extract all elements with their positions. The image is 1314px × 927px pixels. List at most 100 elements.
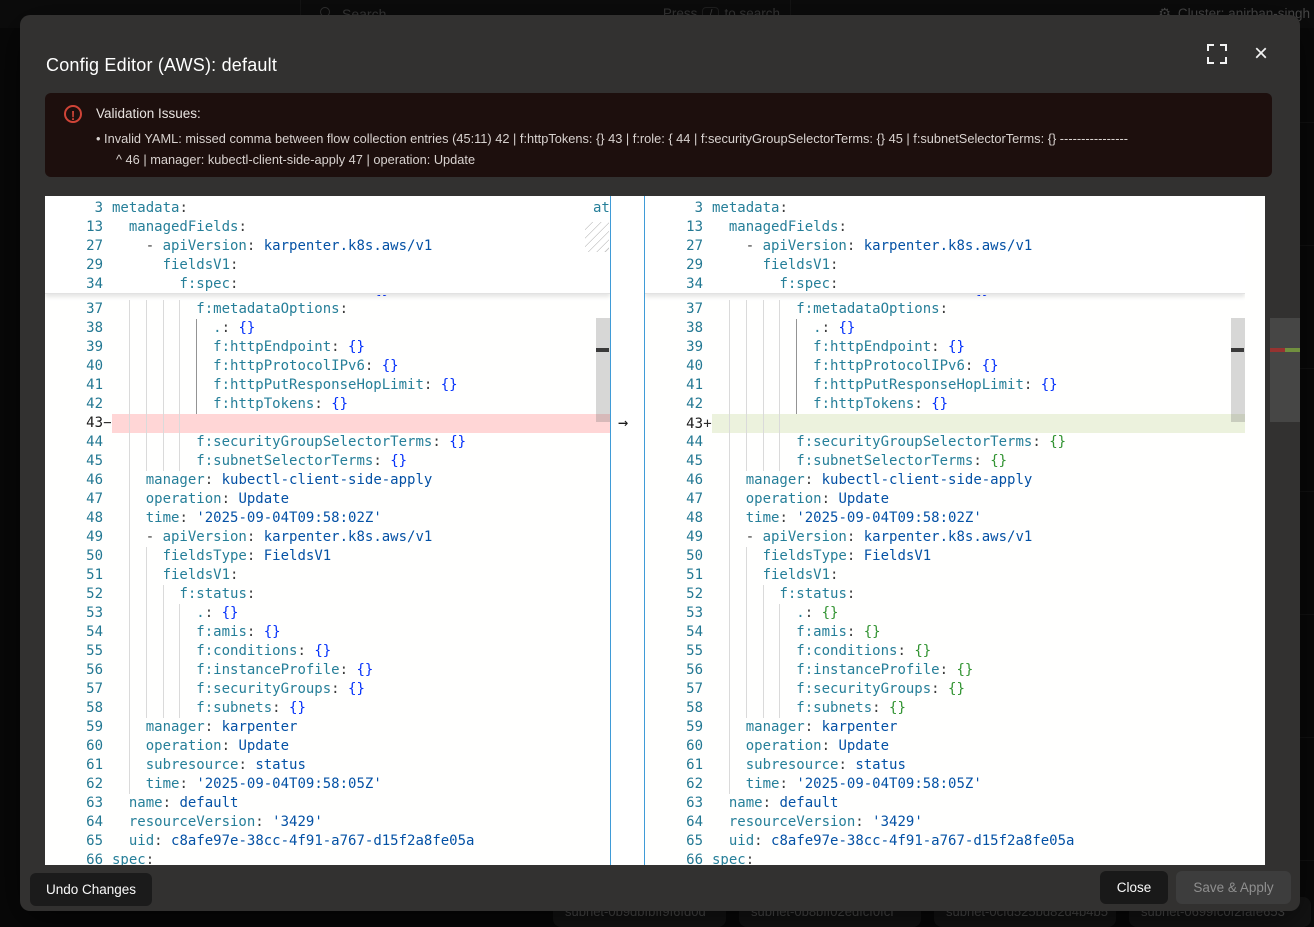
code-line[interactable]: 64 resourceVersion: '3429' xyxy=(45,813,610,832)
code-line[interactable]: 49 - apiVersion: karpenter.k8s.aws/v1 xyxy=(45,528,610,547)
code-line[interactable]: 34 f:spec: xyxy=(45,275,610,294)
overview-viewport-slider[interactable] xyxy=(1270,318,1300,422)
code-line[interactable]: 59 manager: karpenter xyxy=(45,718,610,737)
indent-guide xyxy=(146,319,147,338)
code-line[interactable]: 60 operation: Update xyxy=(45,737,610,756)
code-line[interactable]: 27 - apiVersion: karpenter.k8s.aws/v1 xyxy=(645,237,1245,256)
close-icon[interactable]: × xyxy=(1246,39,1276,69)
indent-guide xyxy=(746,433,747,452)
line-number: 44 xyxy=(45,433,103,452)
code-line[interactable]: 47 operation: Update xyxy=(45,490,610,509)
code-line[interactable]: 43+ f:role: { xyxy=(645,414,1245,433)
code-line[interactable]: 51 fieldsV1: xyxy=(45,566,610,585)
code-line[interactable]: 38 .: {} xyxy=(645,319,1245,338)
code-line[interactable]: 44 f:securityGroupSelectorTerms: {} xyxy=(45,433,610,452)
code-line[interactable]: 52 f:status: xyxy=(645,585,1245,604)
indent-guide xyxy=(729,661,730,680)
code-line[interactable]: 52 f:status: xyxy=(45,585,610,604)
code-text: managedFields: xyxy=(712,219,847,235)
code-line[interactable]: 13 managedFields: xyxy=(645,218,1245,237)
code-text: f:httpPutResponseHopLimit: {} xyxy=(112,377,458,393)
code-line[interactable]: 48 time: '2025-09-04T09:58:02Z' xyxy=(645,509,1245,528)
code-line[interactable]: 37 f:metadataOptions: xyxy=(645,300,1245,319)
code-line[interactable]: 29 fieldsV1: xyxy=(645,256,1245,275)
code-line[interactable]: 50 fieldsType: FieldsV1 xyxy=(645,547,1245,566)
code-line[interactable]: 3metadata: xyxy=(645,199,1245,218)
code-line[interactable]: 55 f:conditions: {} xyxy=(645,642,1245,661)
diff-overview-ruler[interactable] xyxy=(1270,196,1300,865)
yaml-diff-editor: 3metadata:13 managedFields:27 - apiVersi… xyxy=(45,196,1265,865)
code-line[interactable]: 63 name: default xyxy=(45,794,610,813)
code-line[interactable]: 57 f:securityGroups: {} xyxy=(645,680,1245,699)
code-line[interactable]: 58 f:subnets: {} xyxy=(645,699,1245,718)
vertical-scrollbar[interactable] xyxy=(596,318,610,422)
code-line[interactable]: 57 f:securityGroups: {} xyxy=(45,680,610,699)
code-line[interactable]: 13 managedFields: xyxy=(45,218,610,237)
code-line[interactable]: 50 fieldsType: FieldsV1 xyxy=(45,547,610,566)
indent-guide xyxy=(179,357,180,376)
code-line[interactable]: 48 time: '2025-09-04T09:58:02Z' xyxy=(45,509,610,528)
code-line[interactable]: 61 subresource: status xyxy=(45,756,610,775)
indent-guide xyxy=(729,452,730,471)
diff-pane-original[interactable]: 3metadata:13 managedFields:27 - apiVersi… xyxy=(45,196,610,865)
code-line[interactable]: 43− f:role: {} xyxy=(45,414,610,433)
code-line[interactable]: 47 operation: Update xyxy=(645,490,1245,509)
code-line[interactable]: 46 manager: kubectl-client-side-apply xyxy=(45,471,610,490)
code-line[interactable]: 60 operation: Update xyxy=(645,737,1245,756)
undo-changes-button[interactable]: Undo Changes xyxy=(30,873,152,906)
indent-guide xyxy=(729,775,730,794)
code-line[interactable]: 65 uid: c8afe97e-38cc-4f91-a767-d15f2a8f… xyxy=(645,832,1245,851)
code-line[interactable]: 49 - apiVersion: karpenter.k8s.aws/v1 xyxy=(645,528,1245,547)
close-button[interactable]: Close xyxy=(1100,871,1168,904)
diff-arrow-icon[interactable]: → xyxy=(618,414,640,433)
vertical-scrollbar[interactable] xyxy=(1231,318,1245,422)
line-number: 63 xyxy=(45,794,103,813)
code-line[interactable]: 29 fieldsV1: xyxy=(45,256,610,275)
code-line[interactable]: 66spec: xyxy=(645,851,1245,865)
code-line[interactable]: 27 - apiVersion: karpenter.k8s.aws/v1 xyxy=(45,237,610,256)
line-number: 50 xyxy=(45,547,103,566)
code-line[interactable]: 58 f:subnets: {} xyxy=(45,699,610,718)
save-apply-button[interactable]: Save & Apply xyxy=(1176,871,1291,904)
code-line[interactable]: 63 name: default xyxy=(645,794,1245,813)
code-line[interactable]: 45 f:subnetSelectorTerms: {} xyxy=(645,452,1245,471)
code-line[interactable]: 61 subresource: status xyxy=(645,756,1245,775)
code-line[interactable]: 44 f:securityGroupSelectorTerms: {} xyxy=(645,433,1245,452)
code-line[interactable]: 41 f:httpPutResponseHopLimit: {} xyxy=(645,376,1245,395)
code-line[interactable]: 54 f:amis: {} xyxy=(645,623,1245,642)
code-line[interactable]: 39 f:httpEndpoint: {} xyxy=(45,338,610,357)
fullscreen-icon[interactable] xyxy=(1206,43,1228,65)
code-line[interactable]: 40 f:httpProtocolIPv6: {} xyxy=(45,357,610,376)
code-line[interactable]: 54 f:amis: {} xyxy=(45,623,610,642)
code-line[interactable]: 41 f:httpPutResponseHopLimit: {} xyxy=(45,376,610,395)
code-line[interactable]: 34 f:spec: xyxy=(645,275,1245,294)
code-line[interactable]: 56 f:instanceProfile: {} xyxy=(45,661,610,680)
code-line[interactable]: 51 fieldsV1: xyxy=(645,566,1245,585)
code-line[interactable]: 55 f:conditions: {} xyxy=(45,642,610,661)
code-line[interactable]: 38 .: {} xyxy=(45,319,610,338)
code-line[interactable]: 65 uid: c8afe97e-38cc-4f91-a767-d15f2a8f… xyxy=(45,832,610,851)
code-line[interactable]: 40 f:httpProtocolIPv6: {} xyxy=(645,357,1245,376)
indent-guide xyxy=(129,680,130,699)
diff-pane-modified[interactable]: 3metadata:13 managedFields:27 - apiVersi… xyxy=(645,196,1245,865)
code-line[interactable]: 37 f:metadataOptions: xyxy=(45,300,610,319)
code-line[interactable]: 62 time: '2025-09-04T09:58:05Z' xyxy=(645,775,1245,794)
code-line[interactable]: 46 manager: kubectl-client-side-apply xyxy=(645,471,1245,490)
code-line[interactable]: 45 f:subnetSelectorTerms: {} xyxy=(45,452,610,471)
indent-guide xyxy=(129,338,130,357)
code-line[interactable]: 53 .: {} xyxy=(645,604,1245,623)
code-line[interactable]: 64 resourceVersion: '3429' xyxy=(645,813,1245,832)
code-line[interactable]: 53 .: {} xyxy=(45,604,610,623)
code-line[interactable]: 62 time: '2025-09-04T09:58:05Z' xyxy=(45,775,610,794)
code-line[interactable]: 3metadata: xyxy=(45,199,610,218)
code-line[interactable]: 66spec: xyxy=(45,851,610,865)
code-line[interactable]: 59 manager: karpenter xyxy=(645,718,1245,737)
code-text: - apiVersion: karpenter.k8s.aws/v1 xyxy=(712,238,1032,254)
code-line[interactable]: 42 f:httpTokens: {} xyxy=(45,395,610,414)
code-line[interactable]: 42 f:httpTokens: {} xyxy=(645,395,1245,414)
diff-sign: + xyxy=(703,415,712,434)
validation-message-line: • Invalid YAML: missed comma between flo… xyxy=(96,128,1256,149)
code-line[interactable]: 39 f:httpEndpoint: {} xyxy=(645,338,1245,357)
code-line[interactable]: 56 f:instanceProfile: {} xyxy=(645,661,1245,680)
line-number: 54 xyxy=(645,623,703,642)
